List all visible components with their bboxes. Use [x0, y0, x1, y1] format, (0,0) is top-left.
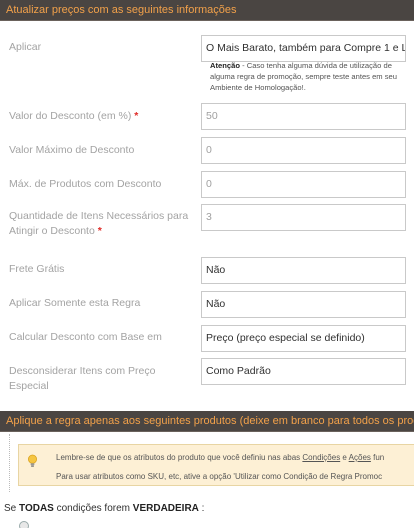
ignore-special-select[interactable]: Como Padrão [201, 358, 406, 385]
items-needed-label: Quantidade de Itens Necessários para Ati… [9, 209, 194, 239]
info-message: Lembre-se de que os atributos do produto… [18, 444, 414, 486]
ignore-special-label: Desconsiderar Itens com Preço Especial [9, 365, 156, 392]
items-needed-input[interactable]: 3 [201, 204, 406, 231]
info-line-1-suffix: fun [370, 453, 385, 462]
max-discount-label: Valor Máximo de Desconto [9, 144, 135, 156]
value-toggle[interactable]: VERDADEIRA [133, 503, 199, 514]
calc-base-label: Calcular Desconto com Base em [9, 331, 162, 343]
max-products-input[interactable]: 0 [201, 171, 406, 198]
calc-base-select[interactable]: Preço (preço especial se definido) [201, 325, 406, 352]
discount-value-label-text: Valor do Desconto (em %) [9, 110, 132, 122]
section-header-apply-rule[interactable]: Aplique a regra apenas aos seguintes pro… [0, 411, 414, 432]
max-products-label: Máx. de Produtos com Desconto [9, 178, 162, 190]
lightbulb-icon [28, 454, 37, 467]
actions-link[interactable]: Ações [349, 453, 371, 462]
conditions-prefix: Se [4, 503, 20, 514]
only-this-rule-select[interactable]: Não [201, 291, 406, 318]
required-marker: * [134, 110, 139, 122]
conditions-suffix: : [198, 503, 205, 514]
info-line-2: Para usar atributos como SKU, etc, ative… [56, 472, 383, 481]
conditions-middle: condições forem [53, 503, 133, 514]
discount-value-label: Valor do Desconto (em %) * [9, 109, 194, 124]
conditions-statement: Se TODAS condições forem VERDADEIRA : [4, 503, 204, 514]
info-line-1-prefix: Lembre-se de que os atributos do produto… [56, 453, 303, 462]
max-discount-input[interactable]: 0 [201, 137, 406, 164]
info-and: e [340, 453, 349, 462]
info-line-1: Lembre-se de que os atributos do produto… [56, 453, 384, 462]
apply-select[interactable]: O Mais Barato, também para Compre 1 e Le… [201, 35, 406, 62]
attention-note: Atenção - Caso tenha alguma dúvida de ut… [210, 60, 406, 93]
free-shipping-label: Frete Grátis [9, 263, 65, 275]
free-shipping-select[interactable]: Não [201, 257, 406, 284]
aggregator-toggle[interactable]: TODAS [19, 503, 54, 514]
conditions-link[interactable]: Condições [302, 453, 340, 462]
add-condition-icon[interactable] [19, 521, 29, 528]
tree-line [9, 434, 10, 492]
attention-title: Atenção [210, 61, 240, 70]
only-this-rule-label: Aplicar Somente esta Regra [9, 297, 141, 309]
discount-value-input[interactable]: 50 [201, 103, 406, 130]
section-header-update-prices[interactable]: Atualizar preços com as seguintes inform… [0, 0, 414, 21]
apply-label: Aplicar [9, 41, 42, 53]
required-marker: * [97, 225, 102, 237]
